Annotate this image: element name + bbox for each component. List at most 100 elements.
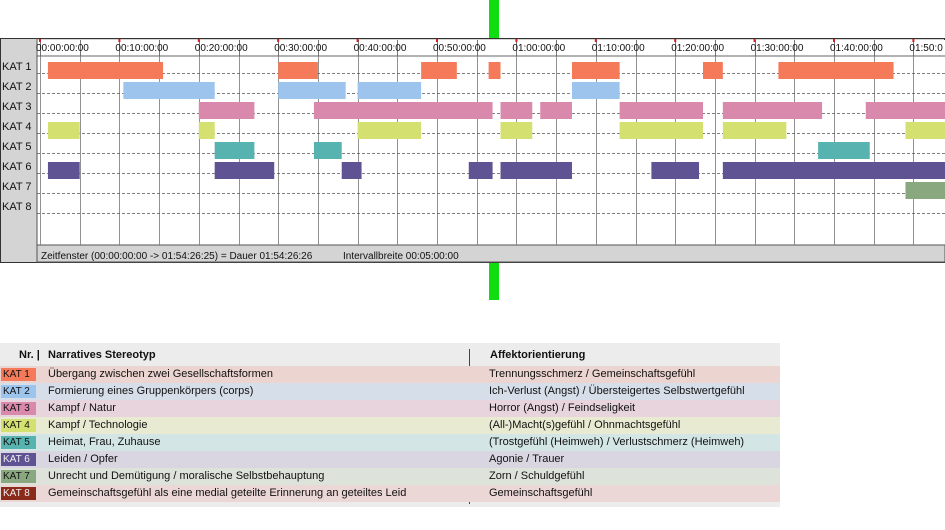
time-tick-marker bbox=[594, 39, 597, 42]
timeline-segment bbox=[47, 162, 80, 179]
legend-stereotype: Unrecht und Demütigung / moralische Selb… bbox=[48, 470, 325, 482]
legend-row: KAT 6 Leiden / Opfer Agonie / Trauer bbox=[0, 451, 780, 468]
x-tick-label: 01:30:00:00 bbox=[751, 43, 804, 54]
legend-badge: KAT 1 bbox=[1, 368, 36, 381]
category-label: KAT 5 bbox=[2, 141, 32, 153]
timeline-segment bbox=[500, 122, 533, 139]
x-tick-label: 01:10:00:00 bbox=[592, 43, 645, 54]
x-tick-label: 01:00:00:00 bbox=[512, 43, 565, 54]
time-tick-marker bbox=[912, 39, 915, 42]
timeline-segment bbox=[500, 162, 572, 179]
legend-stereotype: Kampf / Technologie bbox=[48, 419, 148, 431]
legend-badge: KAT 5 bbox=[1, 436, 36, 449]
timeline-segment bbox=[214, 142, 255, 159]
legend-affect: Agonie / Trauer bbox=[489, 453, 565, 465]
timeline-segment bbox=[468, 162, 493, 179]
timeline-segment bbox=[905, 182, 945, 199]
legend-affect: (Trostgefühl (Heimweh) / Verlustschmerz … bbox=[489, 436, 745, 448]
timeline-segment bbox=[905, 122, 945, 139]
x-tick-label: 00:00:00:00 bbox=[36, 43, 89, 54]
timeline-segment bbox=[865, 102, 945, 119]
timeline-segment bbox=[722, 102, 823, 119]
time-tick-marker bbox=[753, 39, 756, 42]
timeline-segment bbox=[313, 142, 342, 159]
x-tick-label: 00:50:00:00 bbox=[433, 43, 486, 54]
timeline-segment bbox=[651, 162, 700, 179]
legend-badge: KAT 7 bbox=[1, 470, 36, 483]
timeline-segment bbox=[421, 62, 457, 79]
x-tick-label: 01:20:00:00 bbox=[671, 43, 724, 54]
legend-badge: KAT 2 bbox=[1, 385, 36, 398]
time-tick-marker bbox=[833, 39, 835, 42]
legend-affect: Ich-Verlust (Angst) / Übersteigertes Sel… bbox=[489, 385, 745, 397]
x-tick-label: 00:20:00:00 bbox=[195, 43, 248, 54]
timeline-segment bbox=[357, 82, 422, 99]
category-label: KAT 3 bbox=[2, 101, 32, 113]
timeline-footer-interval: Intervallbreite 00:05:00:00 bbox=[343, 251, 459, 262]
timeline-segment bbox=[488, 62, 501, 79]
legend-row: KAT 5 Heimat, Frau, Zuhause (Trostgefühl (… bbox=[0, 434, 780, 451]
legend-stereotype: Formierung eines Gruppenkörpers (corps) bbox=[48, 385, 254, 397]
timeline-segment bbox=[722, 122, 787, 139]
legend-affect: Trennungsschmerz / Gemeinschaftsgefühl bbox=[489, 368, 696, 380]
legend-stereotype: Kampf / Natur bbox=[48, 402, 116, 414]
timeline-chart: 00:00:00:00 00:10:00:00 00:20:00:00 00:30:0… bbox=[0, 0, 945, 300]
timeline-segment bbox=[619, 122, 703, 139]
timeline-segment bbox=[619, 102, 703, 119]
legend-row: KAT 4 Kampf / Technologie (All-)Macht(s)ge… bbox=[0, 417, 780, 434]
timeline-segment bbox=[214, 162, 275, 179]
legend-row: KAT 8 Gemeinschaftsgefühl als eine medial… bbox=[0, 485, 780, 502]
legend-stereotype: Gemeinschaftsgefühl als eine medial gete… bbox=[48, 487, 407, 499]
timeline-segment bbox=[341, 162, 362, 179]
x-tick-label: 01:40:00:00 bbox=[830, 43, 883, 54]
x-tick-label: 00:10:00:00 bbox=[115, 43, 168, 54]
timeline-segment bbox=[198, 122, 215, 139]
category-label: KAT 6 bbox=[2, 161, 32, 173]
timeline-footer-window: Zeitfenster (00:00:00:00 -> 01:54:26:25)… bbox=[41, 251, 313, 262]
timeline-segment bbox=[702, 62, 723, 79]
time-tick-marker bbox=[436, 39, 438, 42]
category-label: KAT 7 bbox=[2, 181, 32, 193]
timeline-segment bbox=[778, 62, 894, 79]
x-tick-label: 00:40:00:00 bbox=[354, 43, 407, 54]
timeline-segment bbox=[357, 122, 422, 139]
legend-badge: KAT 4 bbox=[1, 419, 36, 432]
category-label: KAT 1 bbox=[2, 61, 32, 73]
legend-badge: KAT 6 bbox=[1, 453, 36, 466]
time-tick-marker bbox=[277, 39, 280, 42]
legend-header-nr: Nr. | bbox=[19, 349, 40, 361]
legend-row: KAT 2 Formierung eines Gruppenkörpers (co… bbox=[0, 383, 780, 400]
timeline-segment bbox=[47, 122, 80, 139]
time-tick-marker bbox=[197, 39, 200, 42]
timeline-segment bbox=[313, 102, 493, 119]
time-tick-marker bbox=[39, 39, 41, 42]
category-label: KAT 8 bbox=[2, 201, 32, 213]
time-tick-marker bbox=[356, 39, 359, 42]
playhead-marker-bottom bbox=[489, 263, 499, 300]
timeline-segment bbox=[540, 102, 572, 119]
category-legend-table: Nr. | Narratives Stereotyp Affektorienti… bbox=[0, 343, 780, 507]
timeline-segment bbox=[278, 62, 318, 79]
legend-row: KAT 3 Kampf / Natur Horror (Angst) / Feind… bbox=[0, 400, 780, 417]
timeline-segment bbox=[571, 62, 620, 79]
legend-affect: (All-)Macht(s)gefühl / Ohnmachtsgefühl bbox=[489, 419, 681, 431]
timeline-segment bbox=[278, 82, 346, 99]
legend-stereotype: Leiden / Opfer bbox=[48, 453, 118, 465]
playhead-marker-top bbox=[489, 0, 499, 38]
timeline-segment bbox=[123, 82, 215, 99]
legend-badge: KAT 3 bbox=[1, 402, 36, 415]
legend-affect: Zorn / Schuldgefühl bbox=[489, 470, 585, 482]
time-tick-marker bbox=[674, 39, 677, 42]
legend-affect: Gemeinschaftsgefühl bbox=[489, 487, 593, 499]
time-tick-marker bbox=[515, 39, 518, 42]
legend-badge: KAT 8 bbox=[1, 487, 36, 500]
legend-affect: Horror (Angst) / Feindseligkeit bbox=[489, 402, 636, 414]
legend-stereotype: Übergang zwischen zwei Gesellschaftsform… bbox=[48, 368, 273, 380]
category-label: KAT 4 bbox=[2, 121, 32, 133]
legend-stereotype: Heimat, Frau, Zuhause bbox=[48, 436, 161, 448]
timeline-segment bbox=[722, 162, 945, 179]
time-tick-marker bbox=[118, 39, 121, 42]
legend-row: KAT 1 Übergang zwischen zwei Gesellschaft… bbox=[0, 366, 780, 383]
timeline-segment bbox=[500, 102, 533, 119]
legend-header-stereotype: Narratives Stereotyp bbox=[48, 349, 156, 361]
